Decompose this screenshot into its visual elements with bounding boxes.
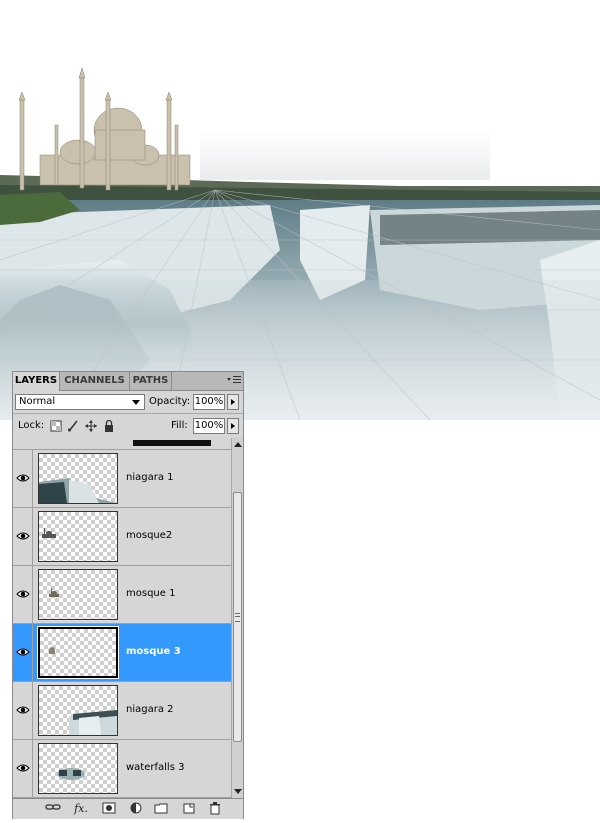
scrollbar-thumb[interactable]	[233, 492, 242, 742]
new-layer-icon[interactable]	[181, 802, 197, 816]
link-layers-icon[interactable]	[45, 802, 61, 816]
visibility-toggle[interactable]	[13, 682, 33, 739]
layer-name: niagara 1	[126, 472, 174, 483]
layer-name: mosque 1	[126, 588, 176, 599]
visibility-toggle[interactable]	[13, 740, 33, 797]
layers-list: niagara 1 mosque2 mosque 1 mosque 3 niag…	[13, 438, 231, 798]
lock-image-brush-icon[interactable]	[67, 420, 79, 432]
visibility-toggle[interactable]	[13, 450, 33, 507]
waterfall-thumb-icon	[39, 478, 117, 503]
opacity-label: Opacity:	[149, 396, 191, 407]
eye-icon	[16, 532, 30, 540]
fill-slider-button[interactable]	[227, 418, 239, 434]
lock-position-move-icon[interactable]	[85, 420, 97, 432]
layer-thumbnail	[37, 626, 119, 679]
eye-icon	[16, 474, 30, 482]
document-canvas[interactable]	[0, 0, 600, 420]
new-group-icon[interactable]	[153, 802, 169, 816]
mosque-thumb-icon	[42, 528, 56, 538]
visibility-toggle[interactable]	[13, 508, 33, 565]
waterfall-thumb-icon	[69, 710, 117, 735]
fill-input[interactable]: 100%	[193, 418, 225, 434]
waterfall-thumb-icon	[57, 768, 85, 780]
layer-row-partial[interactable]	[13, 438, 231, 450]
scroll-down-arrow-icon[interactable]	[234, 789, 242, 794]
panel-tabs: LAYERS CHANNELS PATHS	[13, 372, 243, 391]
layer-thumbnail	[38, 569, 118, 620]
layer-thumbnail	[38, 453, 118, 504]
visibility-toggle[interactable]	[13, 624, 33, 681]
layers-scrollbar[interactable]	[231, 438, 243, 798]
layer-thumbnail	[38, 511, 118, 562]
layer-row-niagara-1[interactable]: niagara 1	[13, 450, 231, 508]
layers-panel: LAYERS CHANNELS PATHS Normal Opacity: 10…	[12, 371, 244, 819]
mosque-thumb-icon	[49, 588, 59, 597]
visibility-toggle[interactable]	[13, 566, 33, 623]
lock-row: Lock: Fill: 100%	[13, 414, 243, 439]
mosque-thumb-icon	[49, 647, 55, 654]
fx-icon[interactable]: fx.	[73, 802, 89, 816]
blend-mode-value: Normal	[19, 396, 56, 407]
composite-image	[0, 0, 600, 420]
lock-label: Lock:	[18, 420, 45, 431]
eye-icon	[16, 764, 30, 772]
tab-channels[interactable]: CHANNELS	[60, 372, 130, 390]
layer-row-mosque2[interactable]: mosque2	[13, 508, 231, 566]
layer-row-waterfalls-3[interactable]: waterfalls 3	[13, 740, 231, 798]
layer-row-mosque-3[interactable]: mosque 3	[13, 624, 231, 682]
chevron-down-icon	[132, 400, 140, 405]
panel-menu-icon[interactable]	[227, 375, 241, 386]
tab-layers[interactable]: LAYERS	[13, 372, 60, 391]
layer-name: niagara 2	[126, 704, 174, 715]
layers-footer: fx.	[13, 798, 243, 819]
eye-icon	[16, 590, 30, 598]
scroll-up-arrow-icon[interactable]	[234, 442, 242, 447]
adjustment-layer-icon[interactable]	[129, 802, 145, 816]
blend-mode-select[interactable]: Normal	[15, 394, 145, 410]
tab-paths[interactable]: PATHS	[130, 372, 172, 390]
lock-transparent-icon[interactable]	[50, 420, 62, 432]
layer-row-niagara-2[interactable]: niagara 2	[13, 682, 231, 740]
eye-icon	[16, 648, 30, 656]
eye-icon	[16, 706, 30, 714]
trash-icon[interactable]	[207, 802, 223, 816]
layer-name: mosque 3	[126, 646, 181, 657]
fill-label: Fill:	[171, 420, 188, 431]
opacity-input[interactable]: 100%	[193, 394, 225, 410]
layer-thumbnail	[38, 743, 118, 794]
layer-row-mosque-1[interactable]: mosque 1	[13, 566, 231, 624]
layer-name: waterfalls 3	[126, 762, 185, 773]
opacity-slider-button[interactable]	[227, 394, 239, 410]
blend-row: Normal Opacity: 100%	[13, 391, 243, 414]
add-mask-icon[interactable]	[101, 802, 117, 816]
layer-name: mosque2	[126, 530, 173, 541]
lock-all-padlock-icon[interactable]	[103, 419, 115, 432]
layer-thumbnail	[38, 685, 118, 736]
